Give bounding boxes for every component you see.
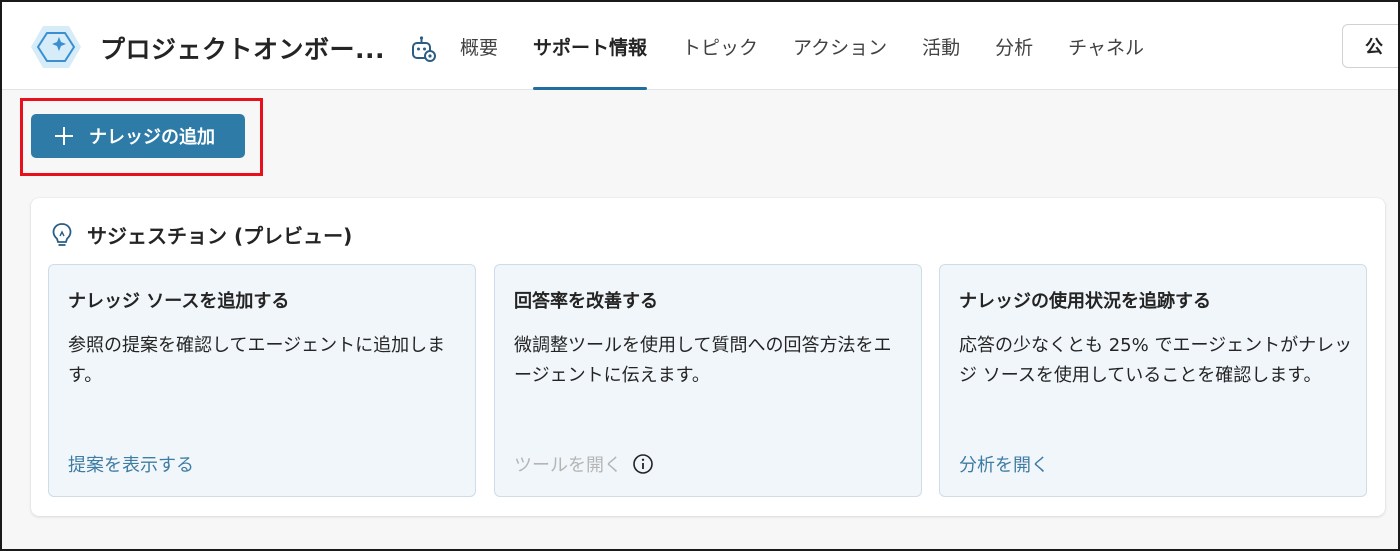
open-analytics-link[interactable]: 分析を開く bbox=[959, 451, 1049, 477]
tab-overview[interactable]: 概要 bbox=[460, 2, 498, 90]
card-title: ナレッジの使用状況を追跡する bbox=[959, 291, 1211, 312]
plus-icon bbox=[55, 127, 73, 145]
top-header: プロジェクトオンボー... 概要 サポート情報 トピック アクション 活動 分析… bbox=[2, 2, 1398, 90]
app-title[interactable]: プロジェクトオンボー... bbox=[100, 30, 385, 66]
open-tool-link: ツールを開く bbox=[514, 451, 654, 477]
lightbulb-icon bbox=[52, 222, 72, 246]
tab-analytics[interactable]: 分析 bbox=[995, 2, 1033, 90]
tab-activity[interactable]: 活動 bbox=[922, 2, 960, 90]
tab-channels[interactable]: チャネル bbox=[1068, 2, 1144, 90]
suggestions-panel: サジェスチョン (プレビュー) ナレッジ ソースを追加する 参照の提案を確認して… bbox=[31, 198, 1385, 516]
open-tool-label: ツールを開く bbox=[514, 455, 622, 476]
suggestion-card: ナレッジの使用状況を追跡する 応答の少なくとも 25% でエージェントがナレッジ… bbox=[939, 264, 1367, 497]
publish-button[interactable]: 公 bbox=[1342, 24, 1398, 68]
view-suggestions-link[interactable]: 提案を表示する bbox=[68, 451, 194, 477]
app-window: プロジェクトオンボー... 概要 サポート情報 トピック アクション 活動 分析… bbox=[0, 0, 1400, 551]
add-knowledge-button[interactable]: ナレッジの追加 bbox=[31, 114, 245, 158]
suggestion-card: ナレッジ ソースを追加する 参照の提案を確認してエージェントに追加します。 提案… bbox=[48, 264, 476, 497]
tab-actions[interactable]: アクション bbox=[793, 2, 887, 90]
suggestion-card: 回答率を改善する 微調整ツールを使用して質問への回答方法をエージェントに伝えます… bbox=[494, 264, 922, 497]
add-knowledge-label: ナレッジの追加 bbox=[89, 127, 215, 148]
card-description: 参照の提案を確認してエージェントに追加します。 bbox=[68, 335, 446, 386]
copilot-hexagon-sparkle-icon bbox=[31, 26, 81, 68]
info-icon[interactable] bbox=[632, 453, 654, 475]
card-description: 微調整ツールを使用して質問への回答方法をエージェントに伝えます。 bbox=[514, 335, 892, 386]
suggestions-title: サジェスチョン (プレビュー) bbox=[87, 224, 353, 248]
card-title: ナレッジ ソースを追加する bbox=[68, 291, 290, 312]
tab-knowledge[interactable]: サポート情報 bbox=[533, 2, 648, 90]
suggestions-header: サジェスチョン (プレビュー) bbox=[51, 220, 352, 249]
nav-tabs: 概要 サポート情報 トピック アクション 活動 分析 チャネル bbox=[460, 2, 1179, 90]
card-title: 回答率を改善する bbox=[514, 291, 658, 312]
tab-topics[interactable]: トピック bbox=[682, 2, 758, 90]
card-description: 応答の少なくとも 25% でエージェントがナレッジ ソースを使用していることを確… bbox=[959, 335, 1353, 386]
agent-settings-icon[interactable] bbox=[409, 35, 437, 63]
